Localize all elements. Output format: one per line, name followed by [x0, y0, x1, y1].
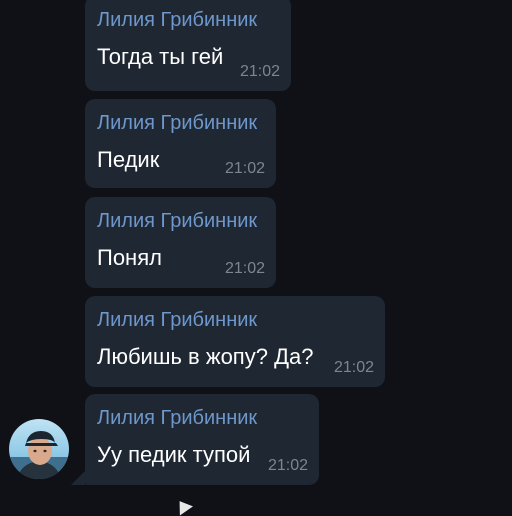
sender-name[interactable]: Лилия Грибинник — [97, 308, 373, 332]
user-avatar-photo[interactable] — [9, 419, 69, 479]
message-time: 21:02 — [333, 359, 374, 376]
message-bubble[interactable]: Лилия Грибинник Понял 21:02 — [85, 197, 276, 288]
message-time: 21:02 — [224, 260, 265, 277]
message-time: 21:02 — [224, 160, 265, 177]
sender-name[interactable]: Лилия Грибинник — [97, 111, 264, 135]
avatar-image — [9, 419, 69, 479]
message-bubble[interactable]: Лилия Грибинник Уу педик тупой 21:02 — [85, 394, 319, 485]
message-time: 21:02 — [239, 63, 280, 80]
cursor-icon — [173, 496, 193, 516]
chat-message-list: Лилия Грибинник Тогда ты гей 21:02 Лилия… — [0, 0, 512, 516]
message-bubble[interactable]: Лилия Грибинник Любишь в жопу? Да? 21:02 — [85, 296, 385, 387]
bubble-tail — [71, 471, 85, 485]
message-bubble[interactable]: Лилия Грибинник Тогда ты гей 21:02 — [85, 0, 291, 91]
message-time: 21:02 — [267, 457, 308, 474]
sender-name[interactable]: Лилия Грибинник — [97, 209, 264, 233]
message-bubble[interactable]: Лилия Грибинник Педик 21:02 — [85, 99, 276, 188]
message-text: Любишь в жопу? Да? — [97, 344, 314, 369]
sender-name[interactable]: Лилия Грибинник — [97, 8, 279, 32]
sender-name[interactable]: Лилия Грибинник — [97, 406, 307, 430]
